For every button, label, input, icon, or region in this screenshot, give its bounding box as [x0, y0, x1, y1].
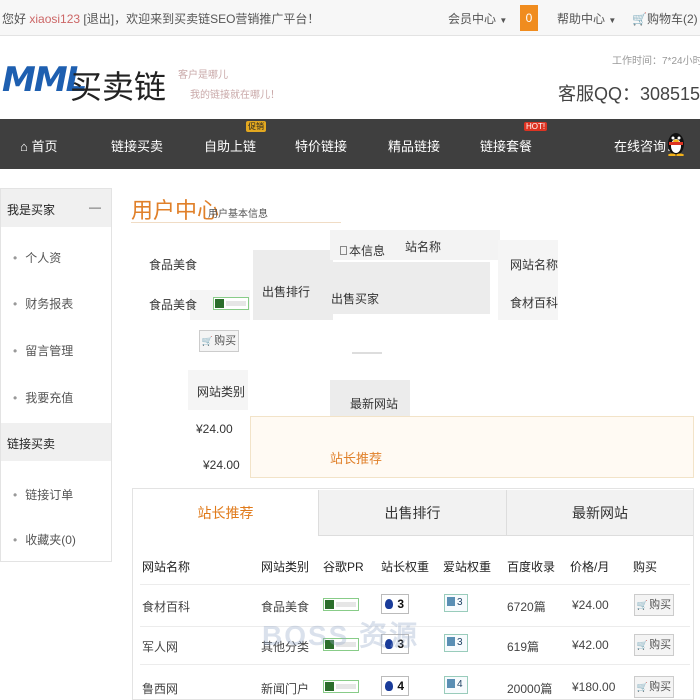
category-cell: 食品美食 [149, 298, 198, 312]
category-cell: 食品美食 [149, 258, 198, 272]
customer-service-qq: 客服QQ：308515436 [558, 84, 700, 104]
sidebar-item-favorites[interactable]: 收藏夹(0) [13, 531, 76, 548]
new-sites-label[interactable]: 最新网站 [350, 395, 398, 412]
collapse-icon[interactable]: — [89, 200, 101, 214]
price-cell: ¥24.00 [572, 598, 609, 612]
nav-special-links[interactable]: 特价链接 [295, 136, 347, 155]
baidu-index-cell: 619篇 [507, 640, 540, 654]
member-center-menu[interactable]: 会员中心 ▼ [448, 10, 507, 27]
recommend-band-label[interactable]: 站长推荐 [330, 448, 382, 467]
sale-rank-label: 出售排行 [262, 285, 311, 299]
category-cell: 食品美食 [261, 600, 310, 614]
price-cell: ¥24.00 [203, 458, 240, 472]
greeting-text: 您好 [2, 12, 27, 26]
top-bar: 您好 xiaosi123 [退出]，欢迎来到买卖链SEO营销推广平台！ 会员中心… [0, 0, 700, 36]
buy-button[interactable]: 购买 [634, 634, 674, 656]
price-cell: ¥42.00 [572, 638, 609, 652]
tab-new-sites[interactable]: 最新网站 [506, 490, 693, 536]
category-cell: 新闻门户 [261, 682, 310, 696]
welcome-text: ，欢迎来到买卖链SEO营销推广平台！ [114, 12, 320, 26]
webmaster-rank-badge: 3 [381, 594, 409, 614]
logo-text[interactable]: 买卖链 [70, 62, 166, 108]
page-title: 用户中心 [131, 198, 220, 223]
greeting: 您好 xiaosi123 [退出]，欢迎来到买卖链SEO营销推广平台！ [2, 10, 319, 27]
sidebar-group-link-trade[interactable]: 链接买卖 [1, 423, 111, 461]
site-name-header: 网站名称 [510, 258, 559, 272]
column-header: 网站类别 [261, 560, 310, 574]
column-header: 价格/月 [570, 560, 610, 574]
recommend-band [250, 416, 694, 478]
watermark: BOSS 资源 [262, 620, 420, 651]
column-header: 谷歌PR [323, 560, 364, 574]
sidebar-item-finance[interactable]: 财务报表 [13, 295, 73, 312]
qq-penguin-icon[interactable] [667, 130, 685, 156]
site-name-cell[interactable]: 鲁西网 [142, 680, 178, 697]
site-name-cell[interactable]: 食材百科 [142, 598, 190, 615]
info-label: 本信息 [340, 242, 385, 259]
page-subtitle: 用户基本信息 [208, 209, 268, 220]
buy-button[interactable]: 购买 [199, 330, 239, 352]
buy-button[interactable]: 购买 [634, 676, 674, 698]
chevron-down-icon: ▼ [608, 16, 617, 25]
column-header: 站长权重 [381, 560, 430, 574]
aizhan-rank-badge: 3 [444, 594, 468, 612]
pagerank-bar [323, 598, 359, 611]
pagerank-bar [213, 297, 249, 310]
nav-home[interactable]: ⌂ 首页 [20, 136, 58, 155]
main-nav: ⌂ 首页 链接买卖 自助上链 促销 特价链接 精品链接 链接套餐 HOT! 在线… [0, 119, 700, 169]
column-header: 网站名称 [142, 560, 191, 574]
cart-icon: 🛒 [632, 12, 647, 26]
tab-recommend[interactable]: 站长推荐 [133, 490, 318, 536]
username-link[interactable]: xiaosi123 [29, 12, 80, 26]
price-cell: ¥24.00 [196, 422, 233, 436]
sidebar: 我是买家— 个人资 财务报表 留言管理 我要充值 链接买卖 链接订单 收藏夹(0… [0, 188, 112, 562]
site-name-header: 站名称 [405, 240, 442, 254]
sale-buyer-label: 出售买家 [331, 292, 380, 306]
price-cell: ¥180.00 [572, 680, 616, 694]
column-header: 百度收录 [507, 560, 556, 574]
aizhan-rank-badge: 4 [444, 676, 468, 694]
slogan-line-1: 客户是哪儿 [178, 70, 228, 81]
webmaster-rank-badge: 4 [381, 676, 409, 696]
baidu-index-cell: 20000篇 [507, 682, 553, 696]
sidebar-item-recharge[interactable]: 我要充值 [13, 389, 73, 406]
column-header: 爱站权重 [443, 560, 492, 574]
sidebar-item-orders[interactable]: 链接订单 [13, 486, 73, 503]
row-divider [140, 664, 690, 665]
nav-premium-links[interactable]: 精品链接 [388, 136, 440, 155]
notification-count-badge[interactable]: 0 [520, 5, 538, 31]
home-icon: ⌂ [20, 139, 28, 154]
buy-button[interactable]: 购买 [634, 594, 674, 616]
sidebar-group-buyer[interactable]: 我是买家 — [1, 189, 111, 227]
help-center-menu[interactable]: 帮助中心 ▼ [557, 10, 616, 27]
aizhan-rank-badge: 3 [444, 634, 468, 652]
row-divider [140, 584, 690, 585]
nav-self-link[interactable]: 自助上链 [204, 136, 256, 155]
title-divider [131, 222, 341, 223]
site-name-cell[interactable]: 军人网 [142, 638, 178, 655]
tab-sale-rank[interactable]: 出售排行 [318, 490, 506, 536]
nav-link-trade[interactable]: 链接买卖 [111, 136, 163, 155]
site-name-cell[interactable]: 食材百科 [510, 294, 558, 311]
hot-badge: HOT! [524, 122, 548, 131]
pagerank-bar [323, 680, 359, 693]
promo-badge: 促销 [246, 121, 266, 132]
cart-link[interactable]: 🛒购物车(2) [632, 10, 698, 27]
baidu-index-cell: 6720篇 [507, 600, 546, 614]
divider [352, 352, 382, 354]
chevron-down-icon: ▼ [499, 16, 508, 25]
site-type-header: 网站类别 [197, 385, 246, 399]
slogan-line-2: 我的链接就在哪儿！ [190, 90, 280, 101]
logout-link[interactable]: [退出] [83, 12, 114, 26]
column-header: 购买 [633, 560, 658, 574]
sidebar-item-profile[interactable]: 个人资 [13, 249, 61, 266]
nav-link-packages[interactable]: 链接套餐 [480, 136, 532, 155]
checkbox-icon [340, 246, 347, 255]
work-time: 工作时间：7*24小时 [612, 56, 700, 67]
sidebar-item-messages[interactable]: 留言管理 [13, 342, 73, 359]
